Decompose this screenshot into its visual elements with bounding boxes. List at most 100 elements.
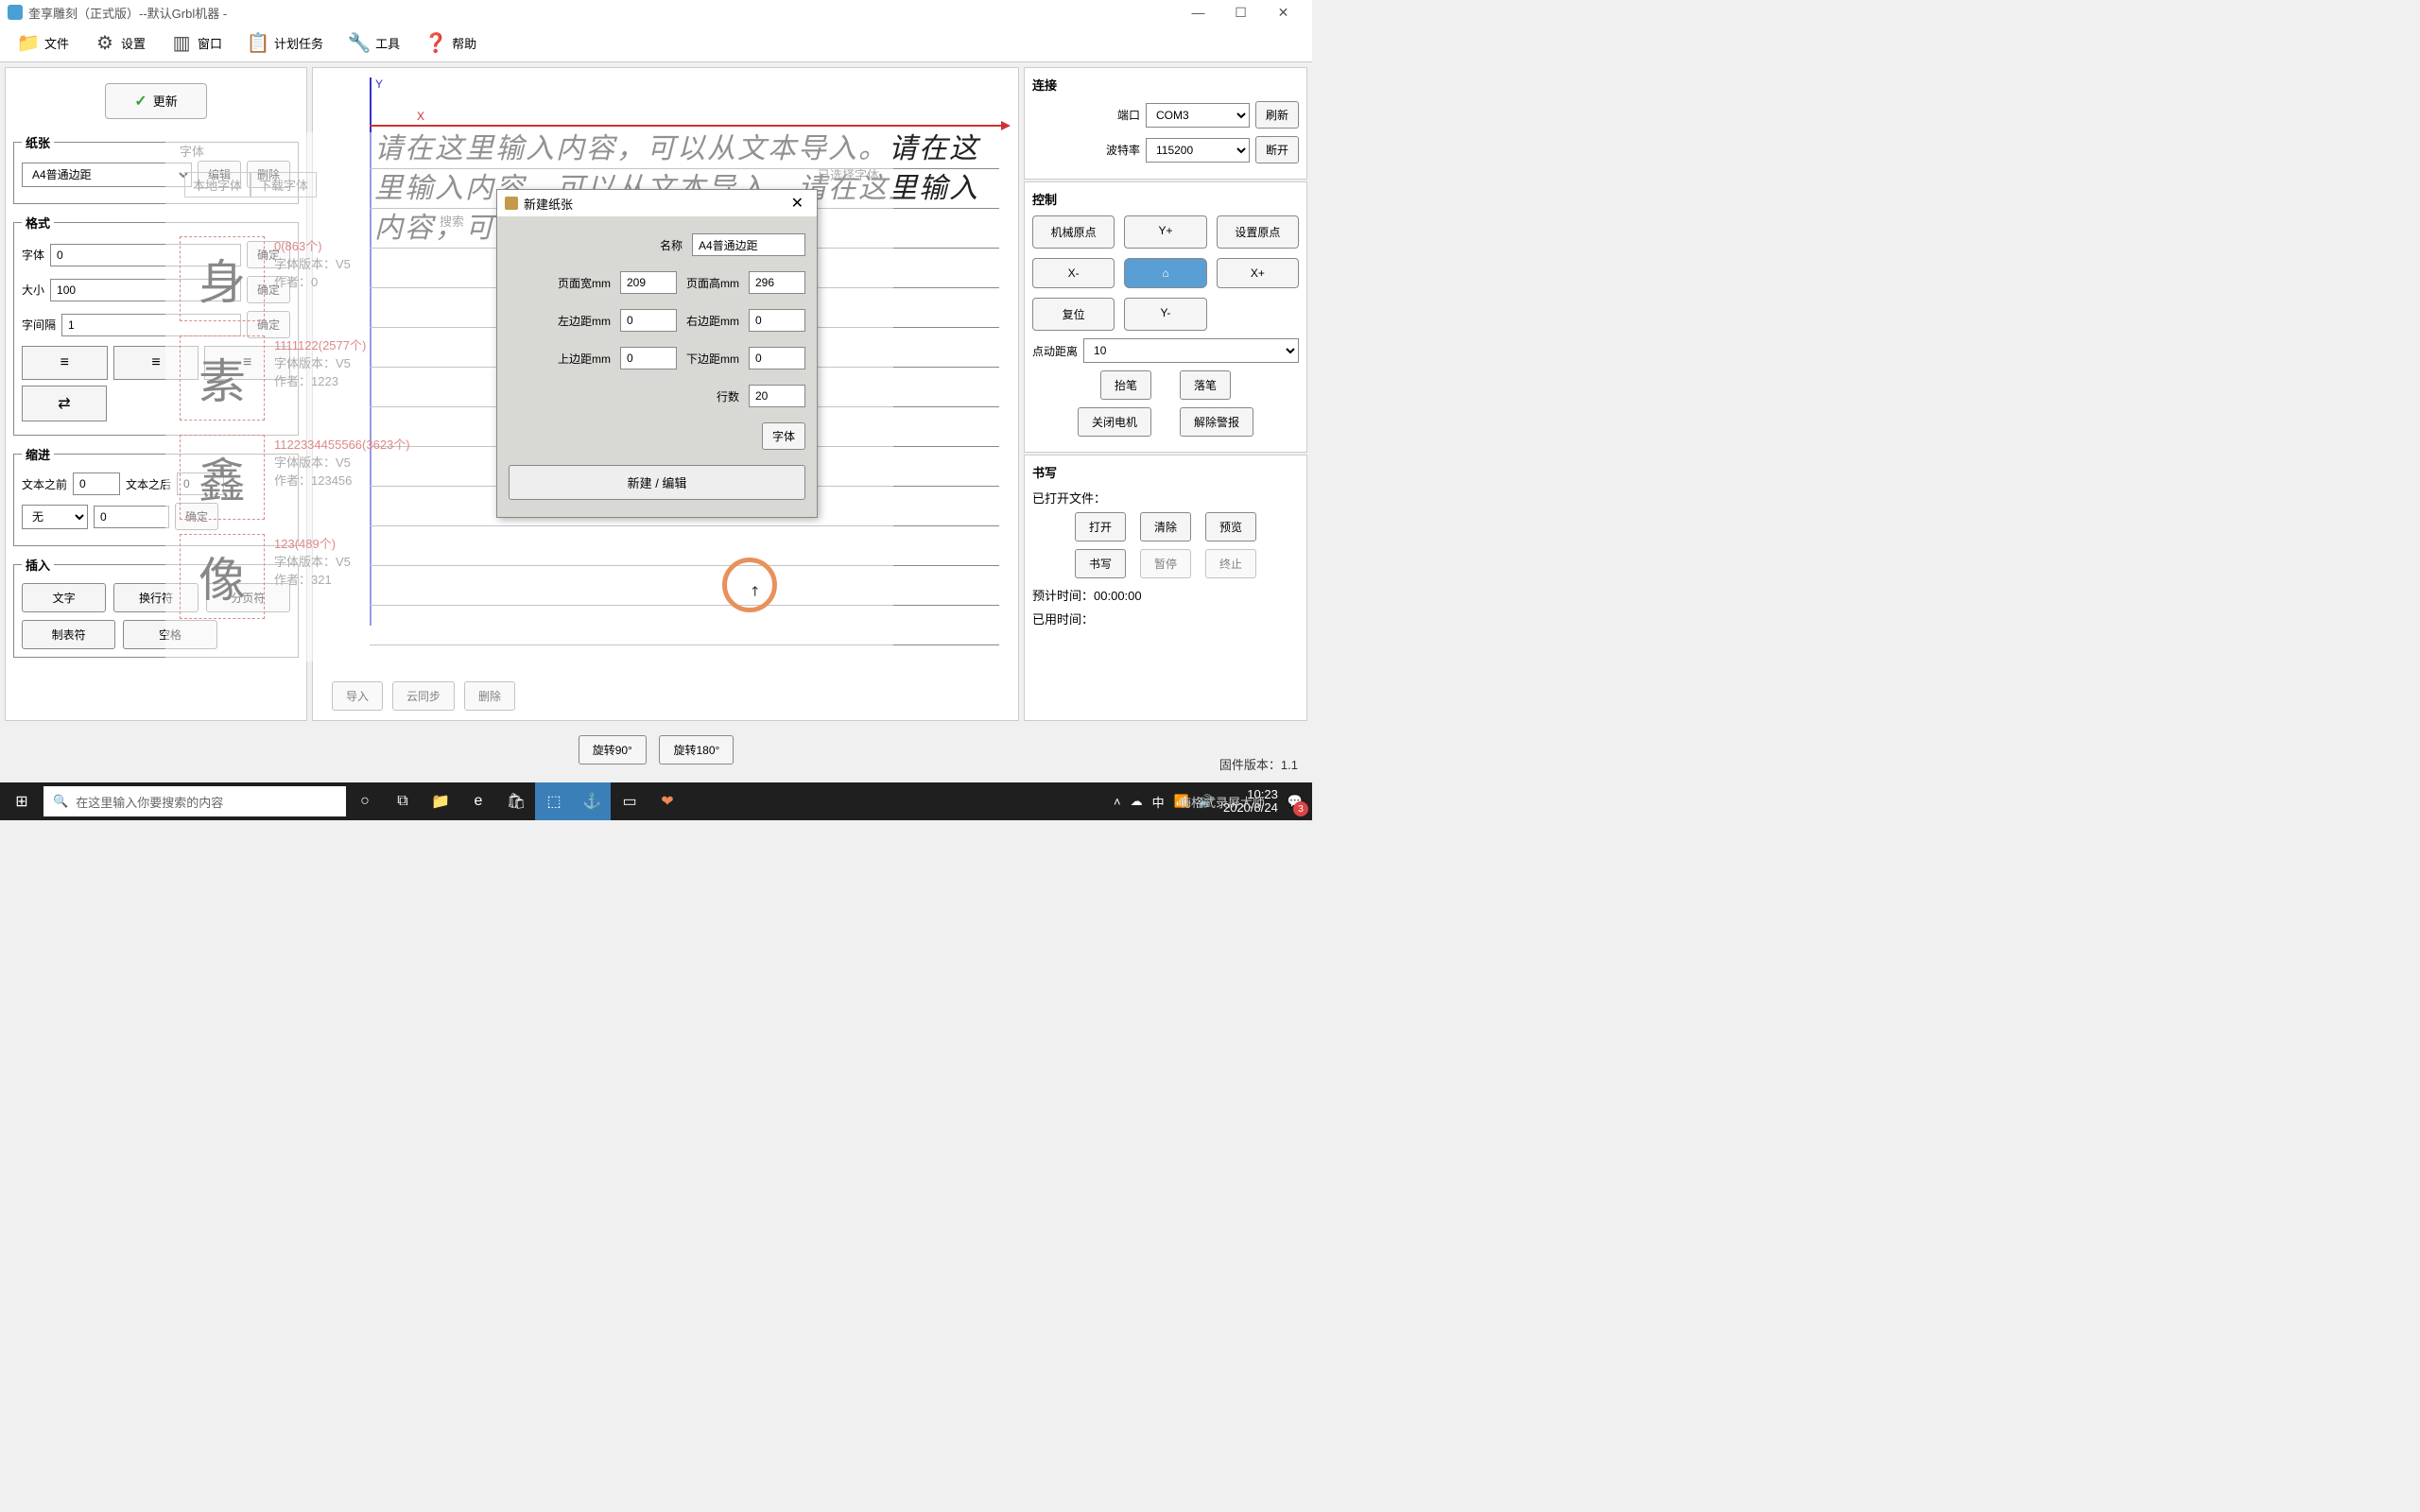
baud-select[interactable]: 115200	[1146, 138, 1250, 163]
page-width-input[interactable]	[620, 271, 677, 294]
tray-arrow-icon[interactable]: ˄	[1114, 795, 1121, 809]
canvas-delete-button[interactable]: 删除	[464, 681, 515, 711]
import-button[interactable]: 导入	[332, 681, 383, 711]
machine-home-button[interactable]: 机械原点	[1032, 215, 1115, 249]
write-box: 书写 已打开文件： 打开 清除 预览 书写 暂停 终止 预计时间：00:00:0…	[1024, 455, 1307, 721]
dialog-close-button[interactable]: ✕	[786, 194, 809, 213]
clear-alarm-button[interactable]: 解除警报	[1180, 407, 1253, 437]
maximize-button[interactable]: ☐	[1219, 0, 1262, 25]
rotate-180-button[interactable]: 旋转180°	[659, 735, 734, 765]
insert-tab-button[interactable]: 制表符	[22, 620, 115, 649]
indent-after-input[interactable]	[177, 472, 224, 495]
menu-tools[interactable]: 🔧工具	[340, 28, 407, 59]
menu-help[interactable]: ❓帮助	[417, 28, 484, 59]
spacing-input[interactable]	[61, 314, 241, 336]
motor-off-button[interactable]: 关闭电机	[1078, 407, 1151, 437]
pen-up-button[interactable]: 抬笔	[1100, 370, 1151, 400]
indent-type-select[interactable]: 无	[22, 505, 88, 529]
reset-button[interactable]: 复位	[1032, 298, 1115, 331]
wrench-icon: 🔧	[348, 32, 371, 55]
indent-value-input[interactable]	[94, 506, 169, 528]
insert-newline-button[interactable]: 换行符	[113, 583, 198, 612]
refresh-button[interactable]: 刷新	[1255, 101, 1299, 129]
x-minus-button[interactable]: X-	[1032, 258, 1115, 288]
indent-before-input[interactable]	[73, 472, 120, 495]
window-titlebar: 奎享雕刻（正式版）--默认Grbl机器 - — ☐ ✕	[0, 0, 1312, 25]
page-height-input[interactable]	[749, 271, 805, 294]
write-button[interactable]: 书写	[1075, 549, 1126, 578]
paper-name-input[interactable]	[692, 233, 805, 256]
open-file-button[interactable]: 打开	[1075, 512, 1126, 541]
control-box: 控制 机械原点 Y+ 设置原点 X- ⌂ X+ 复位 Y- 点动距离10 抬笔 …	[1024, 181, 1307, 453]
explorer-icon[interactable]: 📁	[422, 782, 459, 820]
paper-delete-button[interactable]: 删除	[247, 161, 290, 188]
new-edit-button[interactable]: 新建 / 编辑	[509, 465, 805, 500]
x-plus-button[interactable]: X+	[1217, 258, 1299, 288]
pen-down-button[interactable]: 落笔	[1180, 370, 1231, 400]
clear-button[interactable]: 清除	[1140, 512, 1191, 541]
app1-icon[interactable]: ⬚	[535, 782, 573, 820]
font-confirm-button[interactable]: 确定	[247, 241, 290, 268]
help-icon: ❓	[424, 32, 447, 55]
taskbar-search[interactable]: 🔍在这里输入你要搜索的内容	[43, 786, 346, 816]
y-minus-button[interactable]: Y-	[1124, 298, 1206, 331]
jog-distance-select[interactable]: 10	[1083, 338, 1299, 363]
store-icon[interactable]: 🛍	[497, 782, 535, 820]
cloud-sync-button[interactable]: 云同步	[392, 681, 455, 711]
est-time-value: 00:00:00	[1094, 589, 1142, 603]
preview-button[interactable]: 预览	[1205, 512, 1256, 541]
cortana-icon[interactable]: ○	[346, 782, 384, 820]
spacing-confirm-button[interactable]: 确定	[247, 311, 290, 338]
menu-window[interactable]: ▥窗口	[163, 28, 230, 59]
start-button[interactable]: ⊞	[0, 782, 43, 820]
paper-edit-button[interactable]: 编辑	[198, 161, 241, 188]
pause-button[interactable]: 暂停	[1140, 549, 1191, 578]
insert-space-button[interactable]: 空格	[123, 620, 216, 649]
left-margin-input[interactable]	[620, 309, 677, 332]
font-input[interactable]	[50, 244, 241, 266]
port-select[interactable]: COM3	[1146, 103, 1250, 128]
stop-button[interactable]: 终止	[1205, 549, 1256, 578]
recorder-watermark: 嗨格式录屏大师	[1179, 793, 1265, 811]
paper-select[interactable]: A4普通边距	[22, 163, 192, 187]
indent-confirm-button[interactable]: 确定	[175, 503, 218, 530]
insert-fieldset: 插入 文字 换行符 分页符 制表符 空格	[13, 556, 299, 658]
home-icon-button[interactable]: ⌂	[1124, 258, 1206, 288]
gear-icon: ⚙	[94, 32, 116, 55]
align-left-button[interactable]: ≡	[22, 346, 108, 380]
size-confirm-button[interactable]: 确定	[247, 276, 290, 303]
task-icon: 📋	[247, 32, 269, 55]
opened-file-label: 已打开文件：	[1032, 489, 1299, 507]
format-fieldset: 格式 字体确定 大小确定 字间隔确定 ≡ ≡ ≡ ⇄	[13, 214, 299, 436]
close-button[interactable]: ✕	[1262, 0, 1305, 25]
bottom-margin-input[interactable]	[749, 347, 805, 369]
taskview-icon[interactable]: ⧉	[384, 782, 422, 820]
y-plus-button[interactable]: Y+	[1124, 215, 1206, 249]
align-center-button[interactable]: ≡	[113, 346, 199, 380]
right-margin-input[interactable]	[749, 309, 805, 332]
app2-icon[interactable]: ⚓	[573, 782, 611, 820]
direction-button[interactable]: ⇄	[22, 386, 107, 421]
tray-cloud-icon[interactable]: ☁	[1131, 794, 1143, 809]
edge-icon[interactable]: e	[459, 782, 497, 820]
rows-input[interactable]	[749, 385, 805, 407]
top-margin-input[interactable]	[620, 347, 677, 369]
app3-icon[interactable]: ▭	[611, 782, 648, 820]
firmware-version: 固件版本：1.1	[1219, 755, 1298, 773]
connection-box: 连接 端口COM3刷新 波特率115200断开	[1024, 67, 1307, 180]
menu-file[interactable]: 📁文件	[9, 28, 77, 59]
align-right-button[interactable]: ≡	[204, 346, 290, 380]
size-input[interactable]	[50, 279, 241, 301]
menu-schedule[interactable]: 📋计划任务	[239, 28, 331, 59]
minimize-button[interactable]: —	[1177, 0, 1219, 25]
disconnect-button[interactable]: 断开	[1255, 136, 1299, 163]
insert-pagebreak-button[interactable]: 分页符	[206, 583, 290, 612]
tray-ime-icon[interactable]: 中	[1152, 793, 1165, 811]
rotate-90-button[interactable]: 旋转90°	[579, 735, 647, 765]
insert-text-button[interactable]: 文字	[22, 583, 106, 612]
menu-settings[interactable]: ⚙设置	[86, 28, 153, 59]
set-origin-button[interactable]: 设置原点	[1217, 215, 1299, 249]
app4-icon[interactable]: ❤	[648, 782, 686, 820]
dialog-font-button[interactable]: 字体	[762, 422, 805, 450]
update-button[interactable]: 更新	[105, 83, 206, 119]
